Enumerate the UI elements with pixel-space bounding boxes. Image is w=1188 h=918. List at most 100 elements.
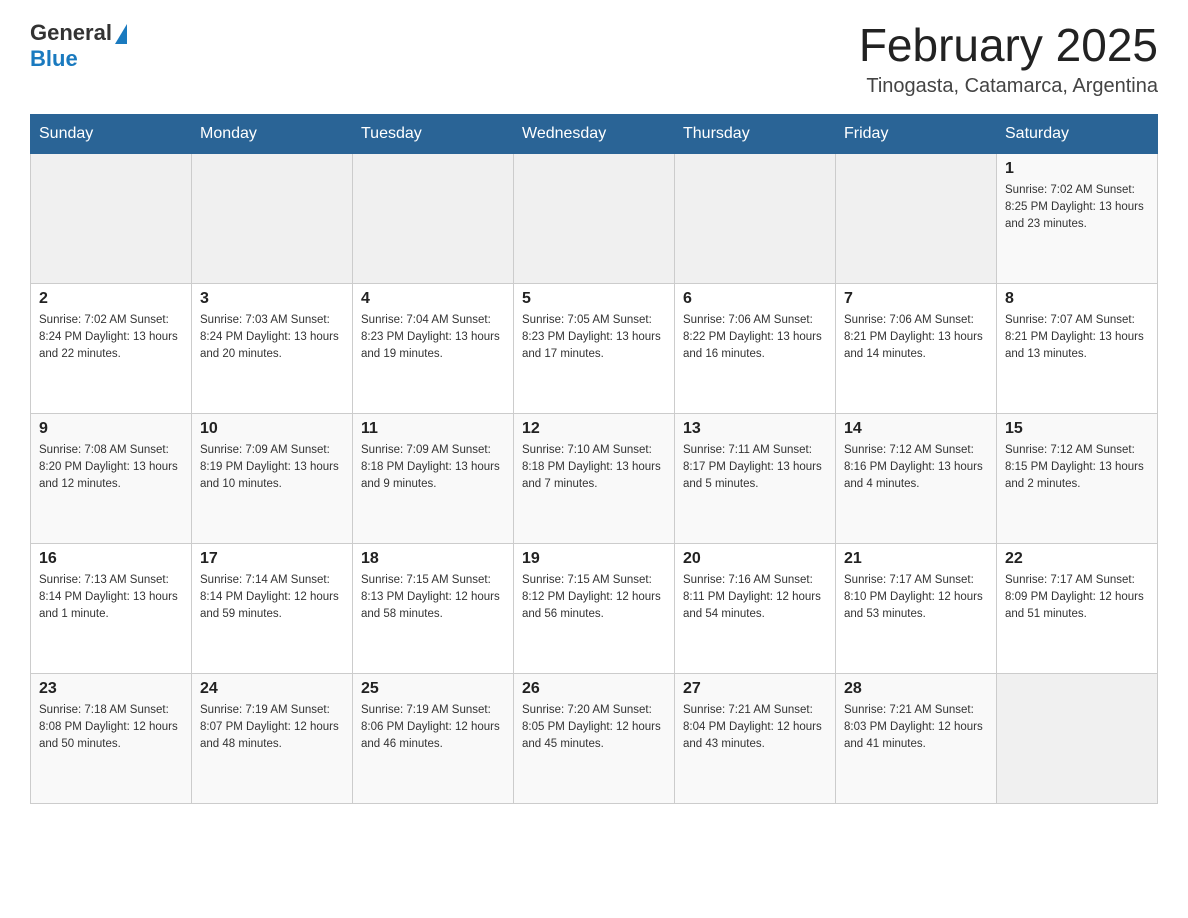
calendar-title: February 2025 [859,20,1158,71]
day-of-week-header: Thursday [675,114,836,153]
calendar-day-cell: 11 Sunrise: 7:09 AM Sunset: 8:18 PM Dayli… [353,413,514,543]
day-number: 18 [361,550,505,568]
calendar-day-cell: 5 Sunrise: 7:05 AM Sunset: 8:23 PM Daylig… [514,283,675,413]
logo-general-text: General [30,20,112,46]
calendar-week-row: 2 Sunrise: 7:02 AM Sunset: 8:24 PM Daylig… [31,283,1158,413]
day-info: Sunrise: 7:07 AM Sunset: 8:21 PM Dayligh… [1005,312,1149,364]
day-info: Sunrise: 7:02 AM Sunset: 8:25 PM Dayligh… [1005,182,1149,234]
calendar-week-row: 9 Sunrise: 7:08 AM Sunset: 8:20 PM Daylig… [31,413,1158,543]
calendar-day-cell: 14 Sunrise: 7:12 AM Sunset: 8:16 PM Dayli… [836,413,997,543]
day-number: 6 [683,290,827,308]
day-info: Sunrise: 7:19 AM Sunset: 8:07 PM Dayligh… [200,702,344,754]
calendar-day-cell: 26 Sunrise: 7:20 AM Sunset: 8:05 PM Dayli… [514,673,675,803]
calendar-day-cell: 16 Sunrise: 7:13 AM Sunset: 8:14 PM Dayli… [31,543,192,673]
day-number: 24 [200,680,344,698]
calendar-day-cell [192,153,353,283]
day-of-week-header: Tuesday [353,114,514,153]
calendar-subtitle: Tinogasta, Catamarca, Argentina [859,75,1158,98]
day-info: Sunrise: 7:21 AM Sunset: 8:03 PM Dayligh… [844,702,988,754]
day-info: Sunrise: 7:09 AM Sunset: 8:19 PM Dayligh… [200,442,344,494]
day-number: 22 [1005,550,1149,568]
day-number: 7 [844,290,988,308]
calendar-day-cell: 7 Sunrise: 7:06 AM Sunset: 8:21 PM Daylig… [836,283,997,413]
day-number: 17 [200,550,344,568]
day-of-week-header: Monday [192,114,353,153]
day-info: Sunrise: 7:10 AM Sunset: 8:18 PM Dayligh… [522,442,666,494]
calendar-day-cell: 22 Sunrise: 7:17 AM Sunset: 8:09 PM Dayli… [997,543,1158,673]
day-number: 9 [39,420,183,438]
day-number: 25 [361,680,505,698]
calendar-day-cell: 15 Sunrise: 7:12 AM Sunset: 8:15 PM Dayli… [997,413,1158,543]
calendar-day-cell [514,153,675,283]
calendar-table: SundayMondayTuesdayWednesdayThursdayFrid… [30,114,1158,804]
day-number: 23 [39,680,183,698]
day-info: Sunrise: 7:15 AM Sunset: 8:13 PM Dayligh… [361,572,505,624]
calendar-day-cell: 23 Sunrise: 7:18 AM Sunset: 8:08 PM Dayli… [31,673,192,803]
calendar-day-cell [836,153,997,283]
day-info: Sunrise: 7:18 AM Sunset: 8:08 PM Dayligh… [39,702,183,754]
calendar-day-cell: 28 Sunrise: 7:21 AM Sunset: 8:03 PM Dayli… [836,673,997,803]
day-info: Sunrise: 7:12 AM Sunset: 8:16 PM Dayligh… [844,442,988,494]
calendar-day-cell: 18 Sunrise: 7:15 AM Sunset: 8:13 PM Dayli… [353,543,514,673]
day-info: Sunrise: 7:08 AM Sunset: 8:20 PM Dayligh… [39,442,183,494]
day-info: Sunrise: 7:17 AM Sunset: 8:09 PM Dayligh… [1005,572,1149,624]
logo-triangle-icon [115,24,127,44]
day-number: 14 [844,420,988,438]
day-info: Sunrise: 7:13 AM Sunset: 8:14 PM Dayligh… [39,572,183,624]
day-info: Sunrise: 7:11 AM Sunset: 8:17 PM Dayligh… [683,442,827,494]
day-number: 5 [522,290,666,308]
calendar-day-cell: 4 Sunrise: 7:04 AM Sunset: 8:23 PM Daylig… [353,283,514,413]
calendar-day-cell: 13 Sunrise: 7:11 AM Sunset: 8:17 PM Dayli… [675,413,836,543]
calendar-day-cell: 2 Sunrise: 7:02 AM Sunset: 8:24 PM Daylig… [31,283,192,413]
day-info: Sunrise: 7:21 AM Sunset: 8:04 PM Dayligh… [683,702,827,754]
calendar-day-cell [353,153,514,283]
calendar-day-cell [997,673,1158,803]
calendar-day-cell: 3 Sunrise: 7:03 AM Sunset: 8:24 PM Daylig… [192,283,353,413]
day-number: 3 [200,290,344,308]
header: General Blue February 2025 Tinogasta, Ca… [30,20,1158,98]
day-number: 1 [1005,160,1149,178]
day-number: 20 [683,550,827,568]
calendar-day-cell: 27 Sunrise: 7:21 AM Sunset: 8:04 PM Dayli… [675,673,836,803]
day-info: Sunrise: 7:17 AM Sunset: 8:10 PM Dayligh… [844,572,988,624]
day-number: 21 [844,550,988,568]
day-number: 15 [1005,420,1149,438]
day-number: 19 [522,550,666,568]
day-number: 27 [683,680,827,698]
calendar-header-row: SundayMondayTuesdayWednesdayThursdayFrid… [31,114,1158,153]
day-number: 11 [361,420,505,438]
calendar-week-row: 1 Sunrise: 7:02 AM Sunset: 8:25 PM Daylig… [31,153,1158,283]
calendar-week-row: 16 Sunrise: 7:13 AM Sunset: 8:14 PM Dayli… [31,543,1158,673]
day-number: 12 [522,420,666,438]
calendar-day-cell: 21 Sunrise: 7:17 AM Sunset: 8:10 PM Dayli… [836,543,997,673]
day-number: 13 [683,420,827,438]
logo-blue-text: Blue [30,46,78,71]
calendar-day-cell: 20Sunrise: 7:16 AM Sunset: 8:11 PM Dayli… [675,543,836,673]
calendar-day-cell: 25 Sunrise: 7:19 AM Sunset: 8:06 PM Dayli… [353,673,514,803]
calendar-day-cell: 12 Sunrise: 7:10 AM Sunset: 8:18 PM Dayli… [514,413,675,543]
day-number: 26 [522,680,666,698]
day-number: 2 [39,290,183,308]
day-info: Sunrise: 7:03 AM Sunset: 8:24 PM Dayligh… [200,312,344,364]
day-number: 16 [39,550,183,568]
day-info: Sunrise: 7:05 AM Sunset: 8:23 PM Dayligh… [522,312,666,364]
logo: General Blue [30,20,127,72]
calendar-day-cell: 8 Sunrise: 7:07 AM Sunset: 8:21 PM Daylig… [997,283,1158,413]
day-info: Sunrise: 7:09 AM Sunset: 8:18 PM Dayligh… [361,442,505,494]
title-area: February 2025 Tinogasta, Catamarca, Arge… [859,20,1158,98]
day-info: Sunrise: 7:06 AM Sunset: 8:22 PM Dayligh… [683,312,827,364]
day-of-week-header: Friday [836,114,997,153]
day-info: Sunrise: 7:19 AM Sunset: 8:06 PM Dayligh… [361,702,505,754]
day-info: Sunrise: 7:02 AM Sunset: 8:24 PM Dayligh… [39,312,183,364]
day-number: 28 [844,680,988,698]
day-info: Sunrise: 7:12 AM Sunset: 8:15 PM Dayligh… [1005,442,1149,494]
day-info: Sunrise: 7:06 AM Sunset: 8:21 PM Dayligh… [844,312,988,364]
day-of-week-header: Wednesday [514,114,675,153]
day-number: 4 [361,290,505,308]
calendar-day-cell [675,153,836,283]
day-info: Sunrise: 7:20 AM Sunset: 8:05 PM Dayligh… [522,702,666,754]
day-of-week-header: Sunday [31,114,192,153]
day-info: Sunrise: 7:04 AM Sunset: 8:23 PM Dayligh… [361,312,505,364]
calendar-day-cell: 17Sunrise: 7:14 AM Sunset: 8:14 PM Dayli… [192,543,353,673]
day-number: 8 [1005,290,1149,308]
